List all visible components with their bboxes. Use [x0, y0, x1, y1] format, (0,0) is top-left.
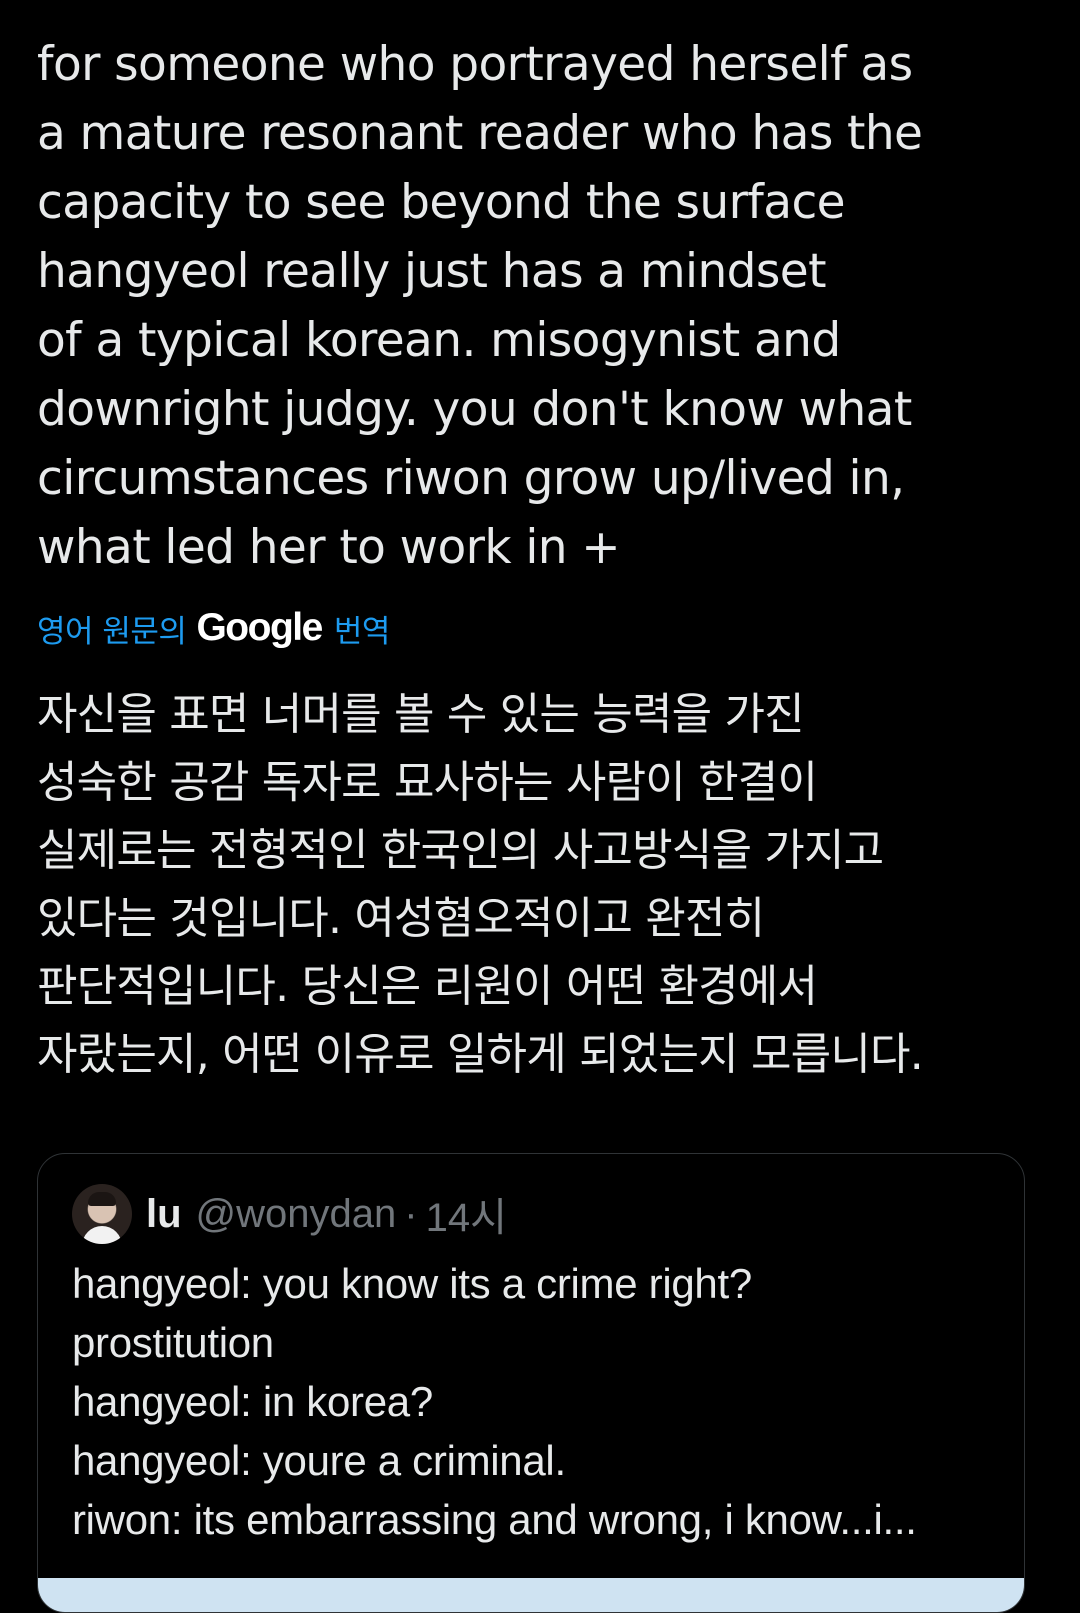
translated-line: 자랐는지, 어떤 이유로 일하게 되었는지 모릅니다. — [37, 1029, 924, 1080]
quoted-line: hangyeol: you know its a crime right? — [72, 1260, 752, 1307]
quoted-handle[interactable]: @wonydan — [196, 1192, 397, 1237]
avatar[interactable] — [72, 1184, 132, 1244]
translated-line: 판단적입니다. 당신은 리원이 어떤 환경에서 — [37, 961, 818, 1012]
quoted-line: riwon: its embarrassing and wrong, i kno… — [72, 1496, 917, 1543]
tweet-line: circumstances riwon grow up/lived in, — [37, 451, 905, 506]
translation-prefix: 영어 원문의 — [37, 613, 187, 650]
translation-attribution[interactable]: 영어 원문의 Google 번역 — [37, 605, 390, 651]
quoted-line: hangyeol: in korea? — [72, 1378, 433, 1425]
tweet-line: for someone who portrayed herself as — [37, 37, 913, 92]
tweet-line: of a typical korean. misogynist and — [37, 313, 841, 368]
tweet-line: downright judgy. you don't know what — [37, 382, 912, 437]
quoted-media-preview[interactable] — [38, 1578, 1024, 1612]
tweet-line: a mature resonant reader who has the — [37, 106, 923, 161]
translated-line: 있다는 것입니다. 여성혐오적이고 완전히 — [37, 893, 765, 944]
tweet-line: capacity to see beyond the surface — [37, 175, 846, 230]
translated-line: 실제로는 전형적인 한국인의 사고방식을 가지고 — [37, 825, 884, 876]
tweet-text: for someone who portrayed herself as a m… — [37, 30, 1047, 582]
quoted-line: prostitution — [72, 1319, 274, 1366]
translated-text: 자신을 표면 너머를 볼 수 있는 능력을 가진 성숙한 공감 독자로 묘사하는… — [37, 681, 1047, 1089]
translation-suffix: 번역 — [333, 613, 391, 650]
quoted-line: hangyeol: youre a criminal. — [72, 1437, 566, 1484]
quoted-tweet-card[interactable]: lu @wonydan · 14시 hangyeol: you know its… — [37, 1153, 1025, 1613]
translated-line: 성숙한 공감 독자로 묘사하는 사람이 한결이 — [37, 757, 818, 808]
quoted-display-name[interactable]: lu — [146, 1192, 182, 1237]
separator-dot: · — [404, 1191, 418, 1236]
google-logo: Google — [196, 606, 323, 649]
quoted-tweet-body: hangyeol: you know its a crime right? pr… — [72, 1254, 1002, 1549]
quoted-tweet-header: lu @wonydan · 14시 — [72, 1184, 507, 1244]
tweet-line: hangyeol really just has a mindset — [37, 244, 827, 299]
tweet-line: what led her to work in + — [37, 520, 621, 575]
translated-line: 자신을 표면 너머를 볼 수 있는 능력을 가진 — [37, 689, 805, 740]
quoted-timestamp[interactable]: 14시 — [426, 1185, 507, 1243]
